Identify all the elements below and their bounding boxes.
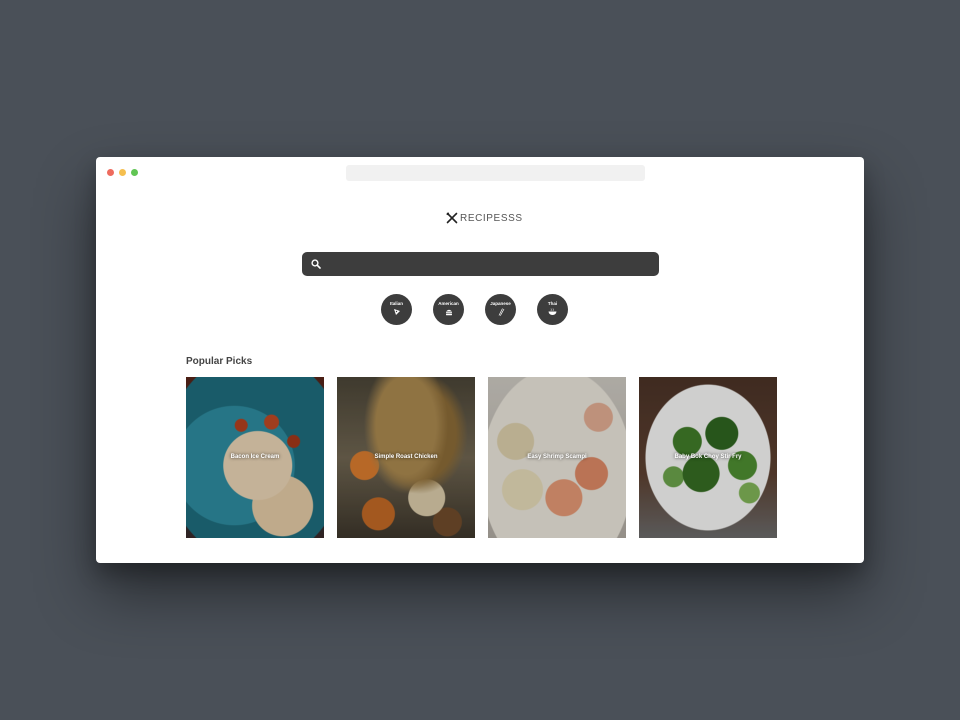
- chopsticks-icon: [498, 308, 504, 316]
- recipe-card-shrimp-scampi[interactable]: Easy Shrimp Scampi: [488, 377, 626, 538]
- search-icon: [311, 259, 321, 269]
- popular-picks-heading: Popular Picks: [186, 356, 253, 367]
- minimize-window-button[interactable]: [119, 169, 126, 176]
- cuisine-label: Thai: [547, 301, 558, 306]
- bowl-icon: [548, 308, 557, 315]
- cuisine-thai-button[interactable]: Thai: [537, 294, 568, 325]
- cuisine-filters: Italian American Japanese Thai: [381, 294, 568, 325]
- crossed-utensils-icon: [446, 212, 458, 224]
- cuisine-label: Japanese: [490, 301, 511, 306]
- pizza-icon: [393, 309, 400, 315]
- recipe-title: Baby Bok Choy Stir Fry: [674, 454, 742, 460]
- window-controls: [107, 169, 138, 176]
- logo-text: RECIPESSS: [460, 212, 523, 224]
- recipe-title: Bacon Ice Cream: [230, 454, 280, 460]
- recipe-card-bok-choy[interactable]: Baby Bok Choy Stir Fry: [639, 377, 777, 538]
- cuisine-label: American: [438, 301, 459, 306]
- cuisine-american-button[interactable]: American: [433, 294, 464, 325]
- search-bar[interactable]: [302, 252, 659, 276]
- cuisine-label: Italian: [389, 301, 403, 306]
- search-input[interactable]: [327, 258, 647, 270]
- maximize-window-button[interactable]: [131, 169, 138, 176]
- address-bar[interactable]: [346, 165, 645, 181]
- popular-picks-list: Bacon Ice Cream Simple Roast Chicken Eas…: [186, 377, 777, 538]
- close-window-button[interactable]: [107, 169, 114, 176]
- recipe-card-roast-chicken[interactable]: Simple Roast Chicken: [337, 377, 475, 538]
- browser-window: RECIPESSS Italian American Japanese Thai…: [96, 157, 864, 563]
- recipe-title: Easy Shrimp Scampi: [527, 454, 587, 460]
- cuisine-italian-button[interactable]: Italian: [381, 294, 412, 325]
- site-logo[interactable]: RECIPESSS: [446, 212, 523, 224]
- recipe-card-bacon-ice-cream[interactable]: Bacon Ice Cream: [186, 377, 324, 538]
- recipe-title: Simple Roast Chicken: [374, 454, 438, 460]
- burger-icon: [445, 309, 452, 316]
- cuisine-japanese-button[interactable]: Japanese: [485, 294, 516, 325]
